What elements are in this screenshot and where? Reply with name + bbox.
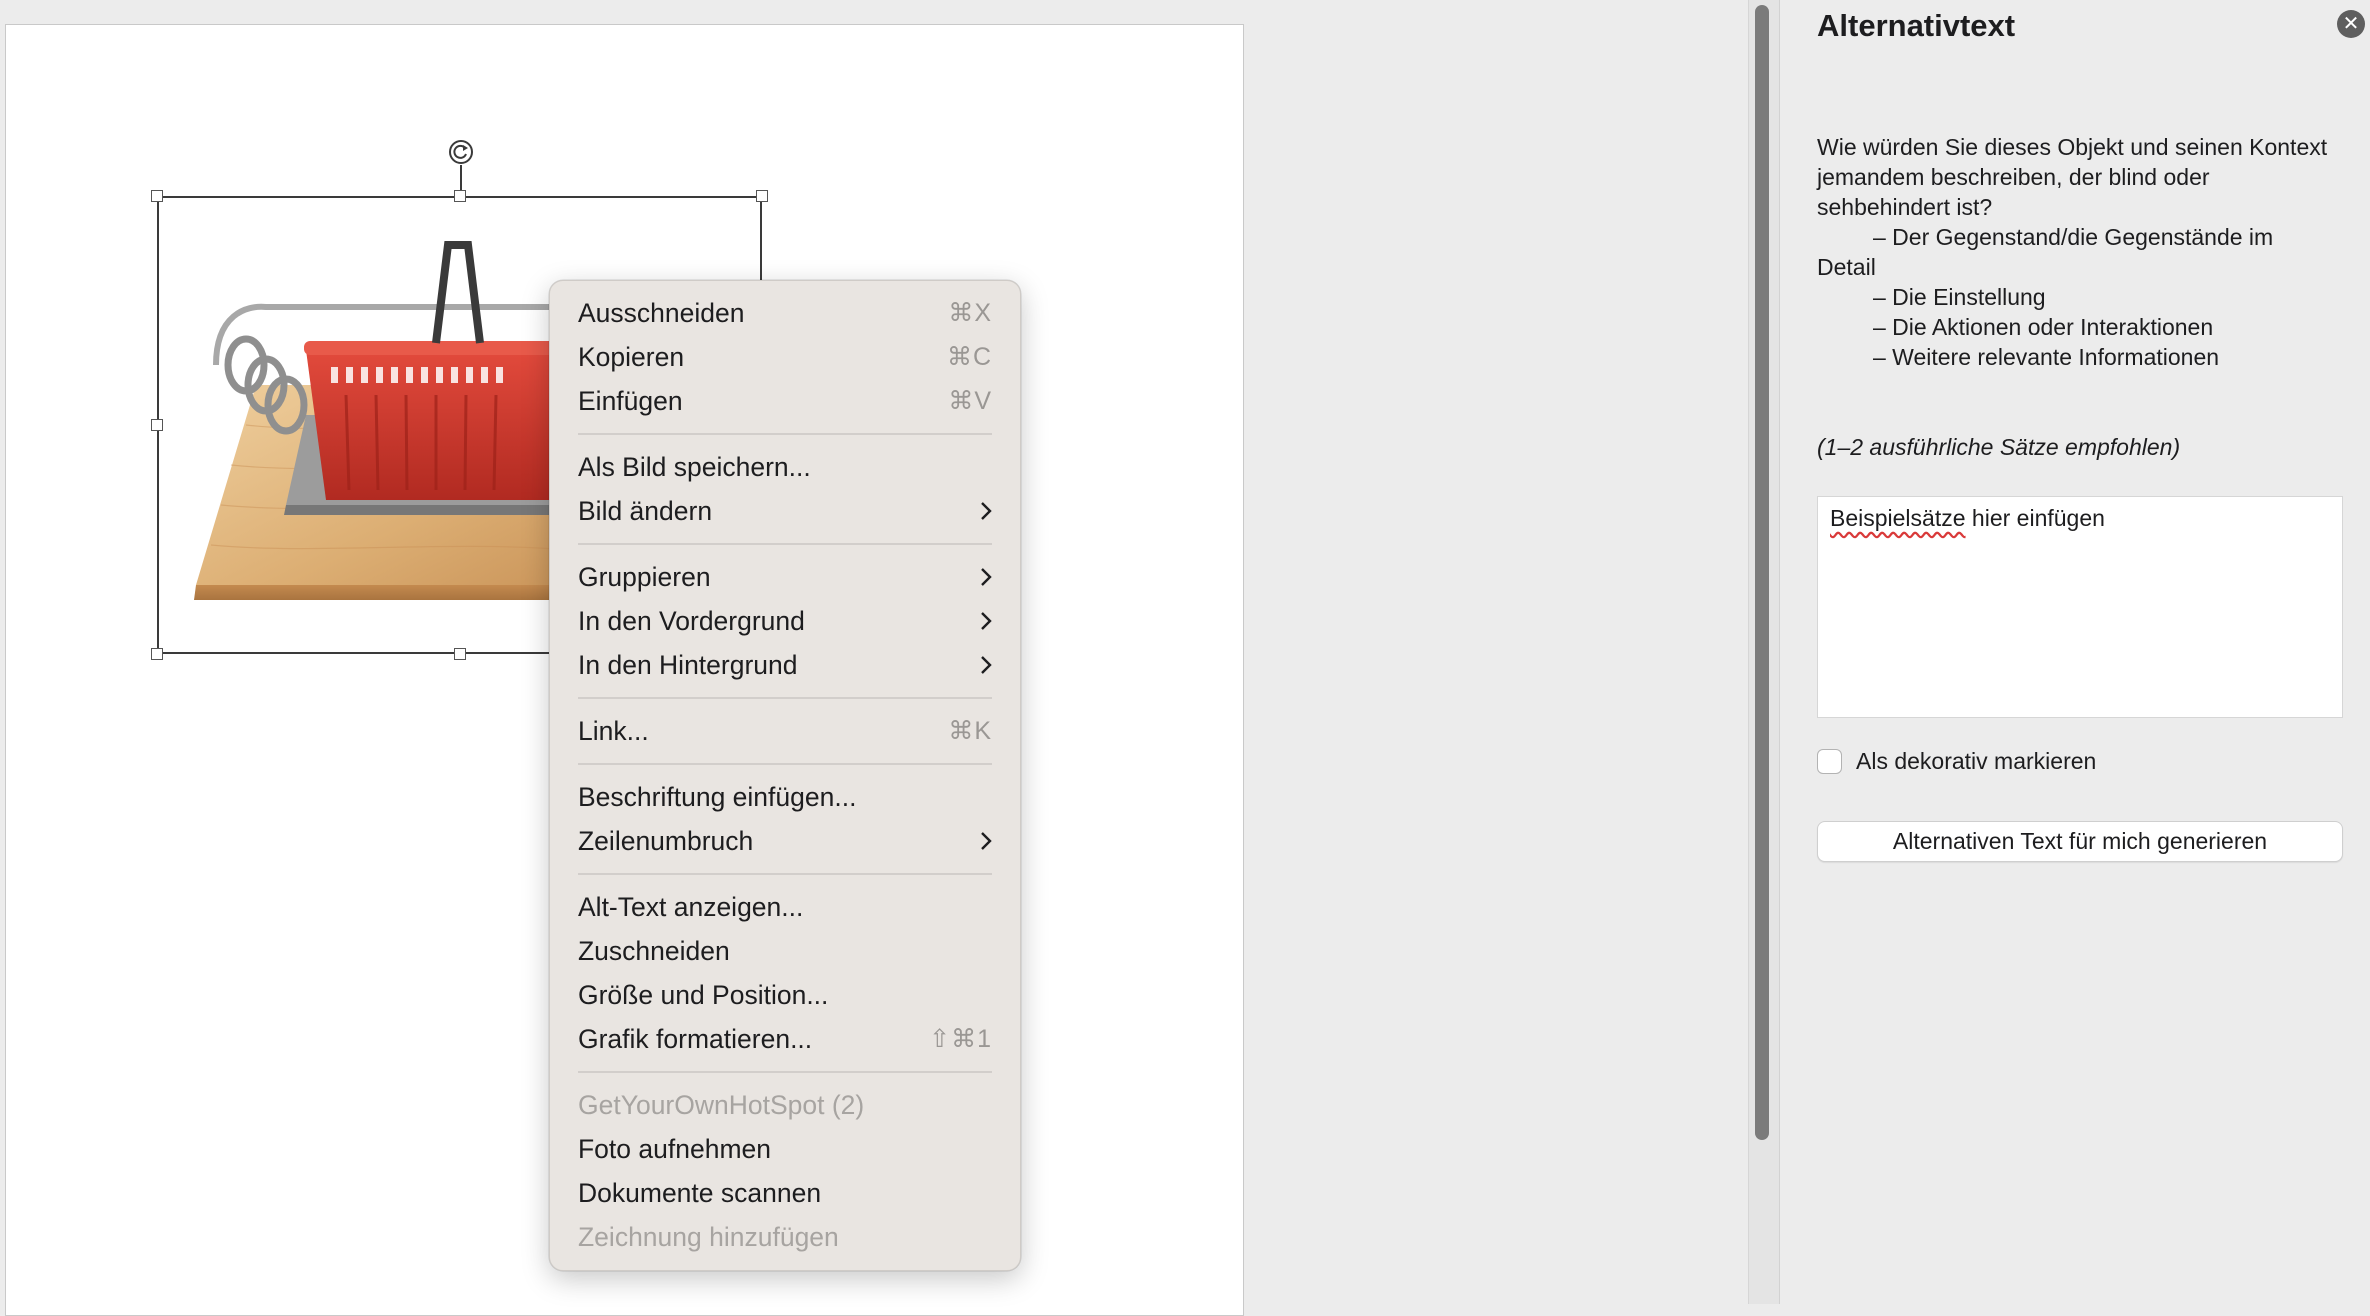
menu-item[interactable]: Dokumente scannen	[550, 1171, 1020, 1215]
menu-separator	[578, 1071, 992, 1073]
menu-item-label: Foto aufnehmen	[578, 1133, 771, 1164]
menu-item[interactable]: Als Bild speichern...	[550, 445, 1020, 489]
instruction-bullet: – Der Gegenstand/die Gegenstände im	[1873, 224, 2274, 250]
alt-text-instructions: Wie würden Sie dieses Objekt und seinen …	[1817, 132, 2347, 372]
menu-shortcut: ⌘K	[948, 717, 992, 745]
scrollbar-thumb[interactable]	[1755, 5, 1769, 1140]
alt-text-value: hier einfügen	[1965, 505, 2105, 531]
instruction-bullet: Detail	[1817, 254, 1876, 280]
resize-handle-top-right[interactable]	[756, 190, 768, 202]
sentence-recommendation: (1–2 ausführliche Sätze empfohlen)	[1817, 434, 2181, 460]
instruction-bullet: – Die Aktionen oder Interaktionen	[1873, 314, 2214, 340]
menu-item[interactable]: In den Hintergrund	[550, 643, 1020, 687]
menu-item-label: Beschriftung einfügen...	[578, 781, 857, 812]
menu-item-label: In den Hintergrund	[578, 649, 798, 680]
chevron-right-icon	[981, 502, 992, 520]
resize-handle-bottom-center[interactable]	[454, 648, 466, 660]
menu-item[interactable]: Zeilenumbruch	[550, 819, 1020, 863]
instruction-bullet: – Die Einstellung	[1873, 284, 2046, 310]
decorative-checkbox[interactable]	[1817, 749, 1842, 774]
menu-item-label: Alt-Text anzeigen...	[578, 891, 804, 922]
menu-separator	[578, 873, 992, 875]
chevron-right-icon	[981, 656, 992, 674]
context-menu[interactable]: Ausschneiden ⌘X Kopieren ⌘C Einfügen ⌘V Als Bi…	[549, 280, 1021, 1271]
alt-text-field[interactable]: Beispielsätze hier einfügen	[1817, 496, 2343, 718]
rotate-handle-icon[interactable]	[449, 140, 473, 164]
menu-item: Zeichnung hinzufügen	[550, 1215, 1020, 1259]
menu-item[interactable]: Grafik formatieren... ⇧⌘1	[550, 1017, 1020, 1061]
menu-item-label: Gruppieren	[578, 561, 711, 592]
menu-item-label: Zuschneiden	[578, 935, 730, 966]
menu-shortcut: ⌘V	[948, 387, 992, 415]
resize-handle-middle-left[interactable]	[151, 419, 163, 431]
menu-item[interactable]: Link... ⌘K	[550, 709, 1020, 753]
menu-item-label: Ausschneiden	[578, 297, 745, 328]
chevron-right-icon	[981, 568, 992, 586]
decorative-row: Als dekorativ markieren	[1817, 748, 2096, 775]
menu-item-label: Bild ändern	[578, 495, 713, 526]
menu-item-label: Dokumente scannen	[578, 1177, 822, 1208]
menu-shortcut: ⇧⌘1	[929, 1025, 992, 1053]
resize-handle-top-left[interactable]	[151, 190, 163, 202]
pane-title: Alternativtext	[1817, 8, 2016, 43]
menu-separator	[578, 433, 992, 435]
alt-text-pane: Alternativtext ✕ Wie würden Sie dieses O…	[1779, 0, 2370, 1304]
menu-separator	[578, 697, 992, 699]
menu-item-label: Einfügen	[578, 385, 683, 416]
menu-item-label: In den Vordergrund	[578, 605, 805, 636]
menu-item[interactable]: Größe und Position...	[550, 973, 1020, 1017]
menu-item-label: Kopieren	[578, 341, 685, 372]
generate-alt-text-button[interactable]: Alternativen Text für mich generieren	[1817, 821, 2343, 862]
instruction-bullet: – Weitere relevante Informationen	[1873, 344, 2220, 370]
menu-item-label: GetYourOwnHotSpot (2)	[578, 1089, 865, 1120]
chevron-right-icon	[981, 832, 992, 850]
menu-item: GetYourOwnHotSpot (2)	[550, 1083, 1020, 1127]
menu-item-label: Link...	[578, 715, 649, 746]
menu-separator	[578, 543, 992, 545]
menu-item-label: Als Bild speichern...	[578, 451, 811, 482]
menu-item-label: Größe und Position...	[578, 979, 829, 1010]
menu-item[interactable]: Zuschneiden	[550, 929, 1020, 973]
resize-handle-bottom-left[interactable]	[151, 648, 163, 660]
menu-item[interactable]: Foto aufnehmen	[550, 1127, 1020, 1171]
menu-separator	[578, 763, 992, 765]
menu-item[interactable]: Kopieren ⌘C	[550, 335, 1020, 379]
menu-item-label: Zeichnung hinzufügen	[578, 1221, 839, 1252]
menu-item-label: Zeilenumbruch	[578, 825, 754, 856]
menu-item[interactable]: Beschriftung einfügen...	[550, 775, 1020, 819]
menu-item[interactable]: Alt-Text anzeigen...	[550, 885, 1020, 929]
chevron-right-icon	[981, 612, 992, 630]
menu-item[interactable]: Einfügen ⌘V	[550, 379, 1020, 423]
menu-item-label: Grafik formatieren...	[578, 1023, 813, 1054]
misspelled-word: Beispielsätze	[1830, 505, 1966, 531]
decorative-label[interactable]: Als dekorativ markieren	[1856, 748, 2096, 775]
menu-shortcut: ⌘C	[946, 343, 992, 371]
menu-item[interactable]: In den Vordergrund	[550, 599, 1020, 643]
instruction-question: Wie würden Sie dieses Objekt und seinen …	[1817, 134, 2328, 220]
menu-item[interactable]: Ausschneiden ⌘X	[550, 291, 1020, 335]
menu-item[interactable]: Gruppieren	[550, 555, 1020, 599]
menu-item[interactable]: Bild ändern	[550, 489, 1020, 533]
resize-handle-top-center[interactable]	[454, 190, 466, 202]
close-icon[interactable]: ✕	[2337, 10, 2365, 38]
menu-shortcut: ⌘X	[948, 299, 992, 327]
